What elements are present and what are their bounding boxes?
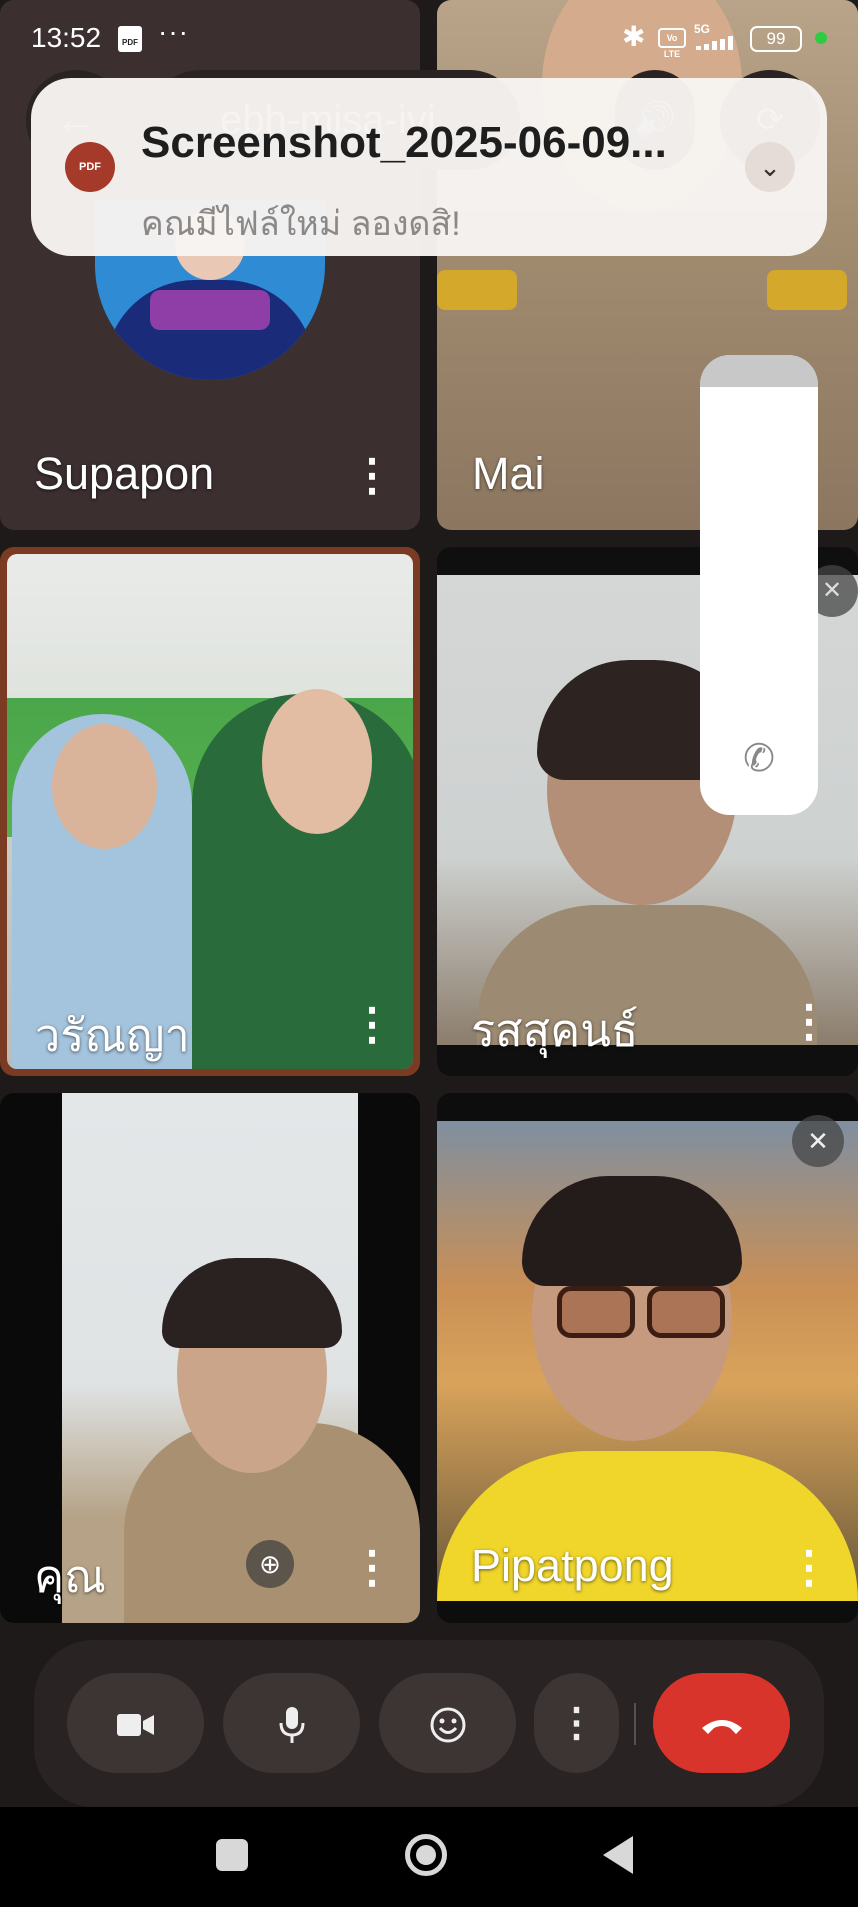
volume-slider[interactable]: ✆ [700, 355, 818, 815]
mic-off-icon: ✕ [792, 1115, 844, 1167]
video-camera-icon [116, 1714, 154, 1737]
more-notifications-icon: ··· [158, 16, 189, 47]
more-options-button[interactable]: ⋮ [787, 994, 831, 1050]
pdf-icon: PDF [118, 26, 142, 52]
microphone-icon [279, 1707, 304, 1744]
back-button[interactable] [603, 1836, 633, 1874]
emoji-icon [430, 1707, 465, 1743]
participant-name: Pipatpong [471, 1540, 674, 1591]
home-button[interactable] [405, 1834, 447, 1876]
chevron-down-icon[interactable]: ⌄ [745, 142, 795, 192]
participant-tile-active-speaker[interactable]: วรัณญา ⋮ [0, 547, 420, 1076]
participant-tile-self[interactable]: คุณ ⊕ ⋮ [0, 1093, 420, 1623]
video-toggle-button[interactable] [67, 1673, 204, 1773]
network-type: 5G [694, 22, 711, 36]
volume-level [700, 355, 818, 387]
call-control-bar: ⋮ [34, 1640, 824, 1807]
participant-name: คุณ [34, 1551, 106, 1602]
end-call-icon [701, 1720, 742, 1735]
system-navigation-bar [0, 1807, 858, 1907]
more-options-button[interactable]: ⋮ [787, 1540, 831, 1596]
battery-icon: 99 [750, 26, 802, 52]
phone-volume-icon: ✆ [743, 738, 775, 780]
participant-name: วรัณญา [35, 1010, 190, 1061]
more-options-button[interactable]: ⋮ [350, 997, 394, 1053]
volte-icon: Vo LTE [658, 28, 686, 59]
participant-name: Supapon [34, 448, 215, 499]
camera-in-use-indicator [815, 32, 827, 44]
clock: 13:52 [31, 22, 102, 53]
more-options-button[interactable]: ⋮ [350, 448, 394, 504]
reactions-button[interactable] [379, 1673, 516, 1773]
participant-tile-pipatpong[interactable]: ✕ Pipatpong ⋮ [437, 1093, 858, 1623]
more-options-button[interactable]: ⋮ [350, 1540, 394, 1596]
status-bar: 13:52 PDF ··· ✱ Vo LTE 5G 99 [0, 0, 858, 78]
notification-title: Screenshot_2025-06-09... [141, 118, 667, 167]
microphone-toggle-button[interactable] [223, 1673, 360, 1773]
recents-button[interactable] [216, 1839, 248, 1871]
signal-icon [696, 36, 738, 50]
meet-call-screen: Supapon ⋮ Mai วรัณญา ⋮ รสสุคนธ์ ⋮ คุณ ⊕ … [0, 0, 858, 1907]
pdf-icon: PDF [65, 142, 115, 192]
more-options-button[interactable]: ⋮ [534, 1673, 619, 1773]
notification-subtitle: คุณมีไฟล์ใหม่ ลองดูสิ! [141, 205, 461, 236]
end-call-button[interactable] [653, 1673, 790, 1773]
add-photo-icon[interactable]: ⊕ [246, 1540, 294, 1588]
divider [634, 1703, 636, 1745]
bluetooth-icon: ✱ [622, 21, 646, 52]
participant-name: Mai [472, 448, 545, 499]
download-notification[interactable]: PDF Screenshot_2025-06-09... คุณมีไฟล์ให… [31, 78, 827, 256]
participant-name: รสสุคนธ์ [471, 1005, 639, 1056]
